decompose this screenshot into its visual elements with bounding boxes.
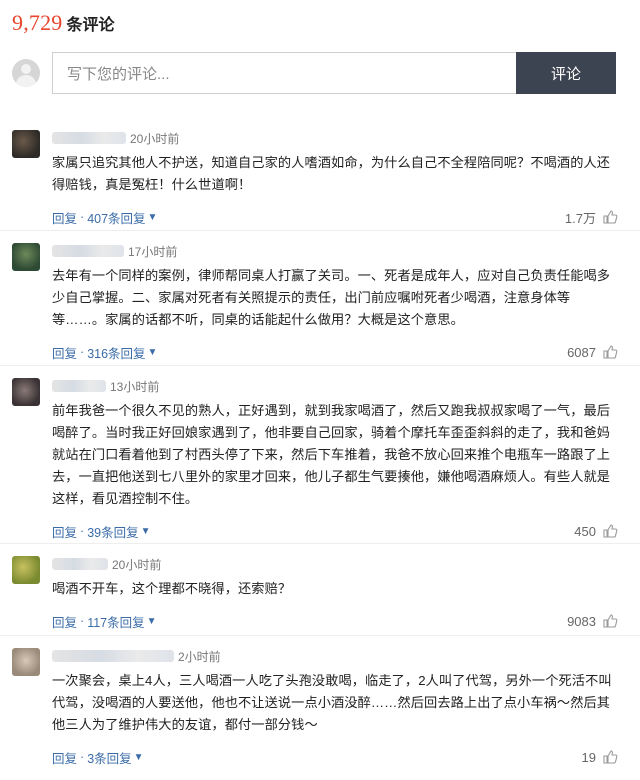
commenter-avatar[interactable] <box>12 556 40 584</box>
commenter-name-blurred[interactable] <box>52 245 124 257</box>
like-area: 19 <box>582 749 618 765</box>
comment-item: 20小时前 家属只追究其他人不护送，知道自己家的人嗜酒如命，为什么自己不全程陪同… <box>0 118 640 231</box>
like-count: 19 <box>581 749 596 765</box>
chevron-down-icon[interactable]: ▼ <box>141 526 151 537</box>
comment-time: 2小时前 <box>178 649 221 664</box>
comment-text: 喝酒不开车，这个理都不晓得，还索赔？ <box>52 581 292 596</box>
comment-actions: 回复 · 117条回复 ▼ 9083 <box>52 610 618 632</box>
user-avatar-icon <box>12 59 40 87</box>
comment-item: 2小时前 一次聚会，桌上4人，三人喝酒一人吃了头孢没敢喝，临走了，2人叫了代驾，… <box>0 636 640 766</box>
separator: · <box>80 750 85 764</box>
commenter-avatar[interactable] <box>12 648 40 676</box>
comment-actions: 回复 · 407条回复 ▼ 1.7万 <box>52 206 618 228</box>
like-area: 1.7万 <box>565 208 618 227</box>
comment-time: 20小时前 <box>130 131 180 146</box>
like-area: 450 <box>574 523 618 539</box>
like-count: 450 <box>574 523 596 539</box>
comment-actions: 回复 · 39条回复 ▼ 450 <box>52 520 618 542</box>
separator: · <box>80 210 85 224</box>
chevron-down-icon[interactable]: ▼ <box>148 347 158 358</box>
view-replies-link[interactable]: 117条回复 <box>87 612 144 631</box>
thumbs-up-icon[interactable] <box>602 613 618 629</box>
comment-time: 13小时前 <box>110 379 160 394</box>
comment-count-header: 9,729 条评论 <box>12 10 115 36</box>
commenter-avatar[interactable] <box>12 130 40 158</box>
thumbs-up-icon[interactable] <box>602 344 618 360</box>
comment-text: 去年有一个同样的案例，律师帮同桌人打赢了关司。一、死者是成年人，应对自己负责任能… <box>52 268 611 327</box>
view-replies-link[interactable]: 407条回复 <box>87 208 145 227</box>
commenter-avatar[interactable] <box>12 243 40 271</box>
comment-actions: 回复 · 316条回复 ▼ 6087 <box>52 341 618 363</box>
comment-meta: 20小时前 <box>52 128 618 148</box>
chevron-down-icon[interactable]: ▼ <box>148 212 158 223</box>
like-count: 1.7万 <box>564 210 596 226</box>
chevron-down-icon[interactable]: ▼ <box>134 752 144 763</box>
comment-list: 20小时前 家属只追究其他人不护送，知道自己家的人嗜酒如命，为什么自己不全程陪同… <box>0 118 640 766</box>
comment-meta: 20小时前 <box>52 554 618 574</box>
comment-item: 17小时前 去年有一个同样的案例，律师帮同桌人打赢了关司。一、死者是成年人，应对… <box>0 231 640 366</box>
reply-link[interactable]: 回复 <box>52 208 77 227</box>
comment-count: 9,729 <box>12 10 63 35</box>
commenter-avatar[interactable] <box>12 378 40 406</box>
comment-meta: 17小时前 <box>52 241 618 261</box>
comment-meta: 2小时前 <box>52 646 618 666</box>
comment-text: 一次聚会，桌上4人，三人喝酒一人吃了头孢没敢喝，临走了，2人叫了代驾，另外一个死… <box>52 673 612 732</box>
comment-count-label: 条评论 <box>66 17 115 34</box>
like-count: 6087 <box>567 344 596 360</box>
thumbs-up-icon[interactable] <box>602 209 618 225</box>
commenter-name-blurred[interactable] <box>52 380 106 392</box>
separator: · <box>80 345 85 359</box>
submit-comment-button[interactable]: 评论 <box>516 52 616 94</box>
view-replies-link[interactable]: 3条回复 <box>87 748 131 767</box>
reply-link[interactable]: 回复 <box>52 748 77 767</box>
like-area: 6087 <box>567 344 618 360</box>
like-area: 9083 <box>567 613 618 629</box>
view-replies-link[interactable]: 39条回复 <box>87 522 138 541</box>
comment-item: 13小时前 前年我爸一个很久不见的熟人，正好遇到，就到我家喝酒了，然后又跑我叔叔… <box>0 366 640 544</box>
comment-meta: 13小时前 <box>52 376 618 396</box>
comment-text: 前年我爸一个很久不见的熟人，正好遇到，就到我家喝酒了，然后又跑我叔叔家喝了一气，… <box>52 403 611 506</box>
thumbs-up-icon[interactable] <box>602 523 618 539</box>
comment-item: 20小时前 喝酒不开车，这个理都不晓得，还索赔？ 回复 · 117条回复 ▼ 9… <box>0 544 640 636</box>
reply-link[interactable]: 回复 <box>52 612 77 631</box>
comment-composer: 写下您的评论... 评论 <box>12 52 616 94</box>
reply-link[interactable]: 回复 <box>52 343 77 362</box>
chevron-down-icon[interactable]: ▼ <box>147 616 157 627</box>
separator: · <box>80 614 85 628</box>
view-replies-link[interactable]: 316条回复 <box>87 343 145 362</box>
separator: · <box>80 524 85 538</box>
thumbs-up-icon[interactable] <box>602 749 618 765</box>
like-count: 9083 <box>567 613 596 629</box>
commenter-name-blurred[interactable] <box>52 650 174 662</box>
commenter-name-blurred[interactable] <box>52 132 126 144</box>
reply-link[interactable]: 回复 <box>52 522 77 541</box>
comment-time: 17小时前 <box>128 244 178 259</box>
commenter-name-blurred[interactable] <box>52 558 108 570</box>
comment-actions: 回复 · 3条回复 ▼ 19 <box>52 746 618 768</box>
comment-time: 20小时前 <box>112 557 162 572</box>
comment-input[interactable]: 写下您的评论... <box>52 52 516 94</box>
comment-text: 家属只追究其他人不护送，知道自己家的人嗜酒如命，为什么自己不全程陪同呢？不喝酒的… <box>52 155 611 192</box>
